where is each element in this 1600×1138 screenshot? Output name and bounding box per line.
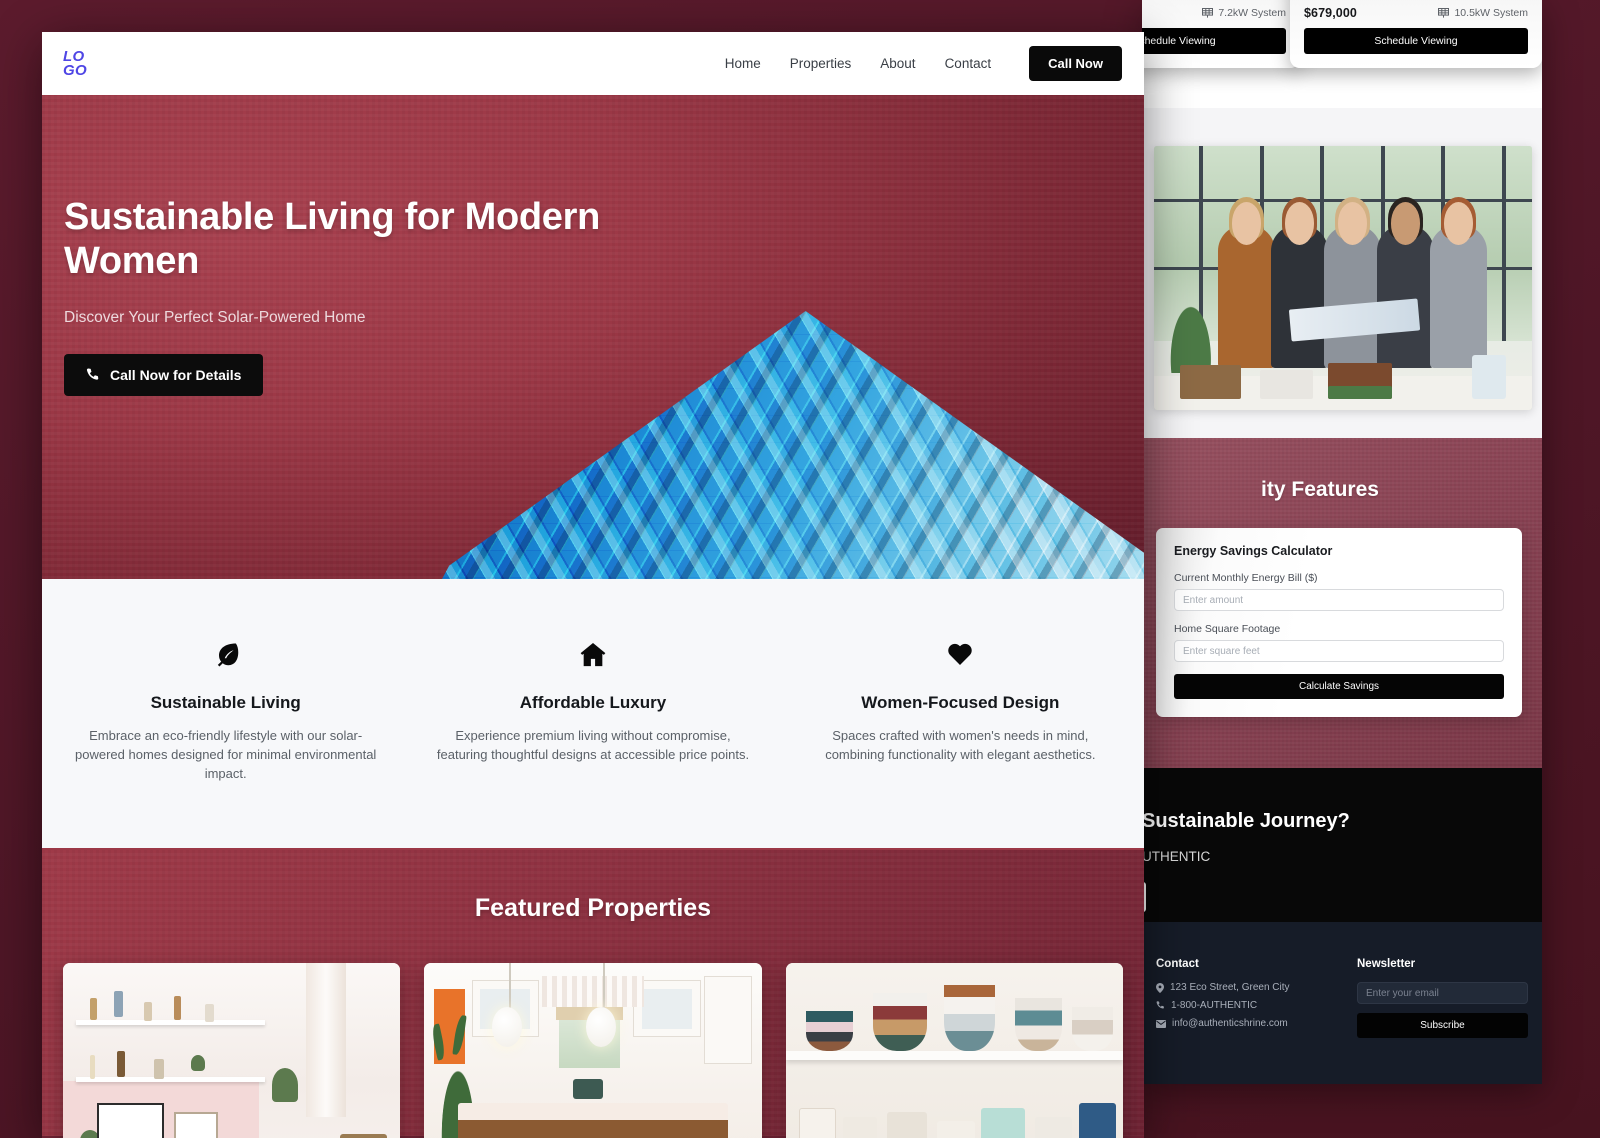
footer-email-text: info@authenticshrine.com <box>1172 1018 1288 1029</box>
property-card-meta: $679,000 10.5kW System <box>1304 6 1528 20</box>
energy-savings-calculator: Energy Savings Calculator Current Monthl… <box>1156 528 1522 717</box>
logo-line-2: GO <box>63 61 87 79</box>
nav-item-contact[interactable]: Contact <box>945 56 992 71</box>
phone-icon <box>1156 1001 1164 1009</box>
property-spec: 10.5kW System <box>1438 7 1528 19</box>
property-photo-shelving <box>63 962 401 1138</box>
hero-button-label: Call Now for Details <box>110 367 242 384</box>
team-photo-section <box>1142 108 1542 438</box>
property-price: $679,000 <box>1304 6 1357 20</box>
calculate-savings-button[interactable]: Calculate Savings <box>1174 674 1504 699</box>
footer-newsletter-column: Newsletter Subscribe <box>1357 958 1528 1084</box>
hero-copy: Sustainable Living for Modern Women Disc… <box>42 95 662 397</box>
footer-email: info@authenticshrine.com <box>1156 1018 1327 1029</box>
feature-sustainable-living: Sustainable Living Embrace an eco-friend… <box>42 637 409 784</box>
footer-contact-heading: Contact <box>1156 958 1199 970</box>
feature-title: Affordable Luxury <box>519 693 667 712</box>
nav-links: Home Properties About Contact Call Now <box>725 46 1122 81</box>
newsletter-email-input[interactable] <box>1357 982 1528 1004</box>
subscribe-button[interactable]: Subscribe <box>1357 1013 1528 1038</box>
property-photo-kitchen <box>424 962 762 1138</box>
footer-address: 123 Eco Street, Green City <box>1156 982 1327 993</box>
property-spec-label: 7.2kW System <box>1218 7 1286 19</box>
envelope-icon <box>1156 1019 1166 1028</box>
property-photo-bowls <box>785 962 1123 1138</box>
footer-address-text: 123 Eco Street, Green City <box>1170 982 1290 993</box>
nav-item-properties[interactable]: Properties <box>790 56 852 71</box>
square-footage-label: Home Square Footage <box>1174 623 1281 635</box>
main-website-window: LO GO Home Properties About Contact Call… <box>42 32 1144 1138</box>
property-card[interactable]: $679,000 10.5kW System Schedule Viewing <box>1290 0 1542 68</box>
hero-section: Sustainable Living for Modern Women Disc… <box>42 95 1144 579</box>
featured-property-tile[interactable] <box>785 962 1123 1138</box>
feature-title: Sustainable Living <box>150 693 301 712</box>
feature-description: Spaces crafted with women's needs in min… <box>825 728 1096 762</box>
featured-properties-section: Featured Properties <box>42 849 1144 1138</box>
feature-description: Embrace an eco-friendly lifestyle with o… <box>75 728 377 781</box>
hero-call-now-button[interactable]: Call Now for Details <box>64 354 264 397</box>
schedule-viewing-button[interactable]: Schedule Viewing <box>1304 28 1528 54</box>
property-cards-strip: $549,000 8.5kW System Schedule Viewing <box>1142 0 1542 68</box>
features-section: Sustainable Living Embrace an eco-friend… <box>42 579 1144 850</box>
feature-title: Women-Focused Design <box>861 693 1060 712</box>
footer-newsletter-heading: Newsletter <box>1357 958 1416 970</box>
square-footage-input[interactable] <box>1174 640 1504 662</box>
footer-phone: 1-800-AUTHENTIC <box>1156 1000 1327 1011</box>
site-logo[interactable]: LO GO <box>63 49 87 79</box>
site-footer: Contact 123 Eco Street, Green City 1-800… <box>1142 922 1542 1084</box>
footer-phone-text: 1-800-AUTHENTIC <box>1171 1000 1258 1011</box>
nav-item-home[interactable]: Home <box>725 56 761 71</box>
heart-icon <box>803 637 1118 671</box>
solar-panel-icon <box>1202 8 1214 18</box>
hero-heading: Sustainable Living for Modern Women <box>64 196 601 283</box>
phone-icon <box>86 368 99 380</box>
feature-description: Experience premium living without compro… <box>436 728 750 762</box>
cta-section: Sustainable Journey? UTHENTIC formation <box>1142 768 1542 940</box>
community-features-title: ity Features <box>1261 478 1379 501</box>
calculator-title: Energy Savings Calculator <box>1174 544 1333 558</box>
map-pin-icon <box>1156 982 1164 993</box>
navbar: LO GO Home Properties About Contact Call… <box>42 32 1144 95</box>
right-panel-window: $549,000 8.5kW System Schedule Viewing <box>1142 0 1542 1084</box>
featured-property-tile[interactable] <box>63 962 401 1138</box>
monthly-bill-input[interactable] <box>1174 589 1504 611</box>
property-card-meta: $489,000 7.2kW System <box>1142 6 1286 20</box>
cta-subtext: UTHENTIC <box>1142 849 1211 864</box>
cta-heading: Sustainable Journey? <box>1142 810 1350 832</box>
featured-property-tile[interactable] <box>424 962 762 1138</box>
featured-properties-grid <box>42 962 1144 1138</box>
nav-item-about[interactable]: About <box>880 56 915 71</box>
home-icon <box>435 637 750 671</box>
hero-subheading: Discover Your Perfect Solar-Powered Home <box>64 309 366 327</box>
property-card[interactable]: $489,000 7.2kW System Schedule Viewing <box>1142 0 1300 68</box>
feature-affordable-luxury: Affordable Luxury Experience premium liv… <box>409 637 776 784</box>
leaf-icon <box>68 637 383 671</box>
feature-women-focused-design: Women-Focused Design Spaces crafted with… <box>777 637 1144 784</box>
solar-panel-icon <box>1438 8 1450 18</box>
featured-properties-heading: Featured Properties <box>474 893 712 922</box>
property-spec: 7.2kW System <box>1202 7 1286 19</box>
team-photo <box>1154 146 1532 410</box>
nav-call-now-button[interactable]: Call Now <box>1029 46 1122 81</box>
schedule-viewing-button[interactable]: Schedule Viewing <box>1142 28 1286 54</box>
footer-contact-column: Contact 123 Eco Street, Green City 1-800… <box>1156 958 1327 1084</box>
monthly-bill-label: Current Monthly Energy Bill ($) <box>1174 572 1318 584</box>
property-spec-label: 10.5kW System <box>1454 7 1528 19</box>
